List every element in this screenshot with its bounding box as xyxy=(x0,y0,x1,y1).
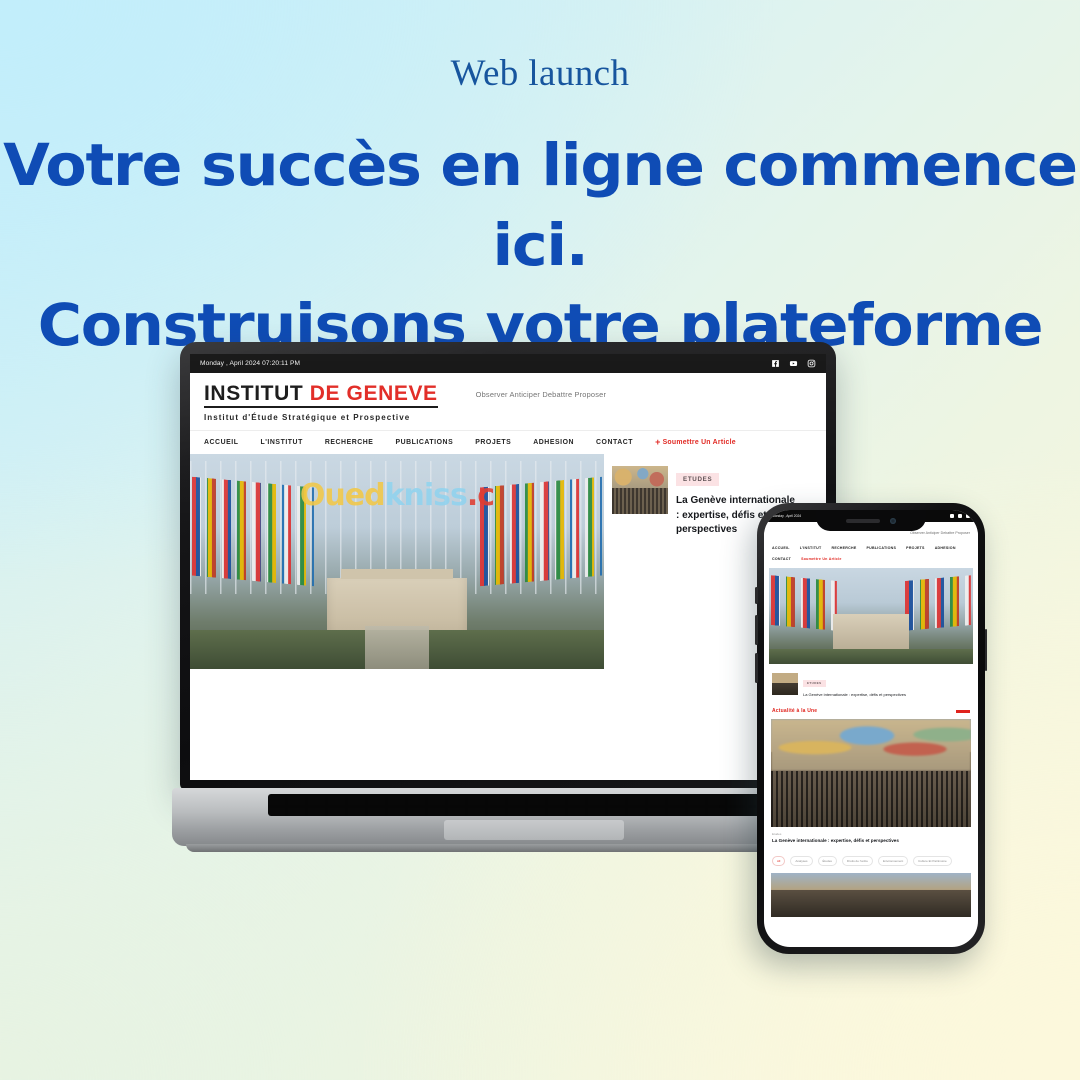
phone-nav-item-projets[interactable]: PROJETS xyxy=(906,546,925,550)
phone-instagram-icon[interactable] xyxy=(966,514,970,518)
watermark-part2: kniss xyxy=(384,478,468,513)
phone-brand-tagline: Observer Anticiper Debattre Proposer xyxy=(910,531,970,535)
laptop-screen: Monday , April 2024 07:20:11 PM INSTITUT… xyxy=(190,354,826,780)
phone-nav-item-adhesion[interactable]: ADHESION xyxy=(935,546,956,550)
phone-nav-item-publications[interactable]: PUBLICATIONS xyxy=(866,546,896,550)
poster-headline-block: Web launch Votre succès en ligne commenc… xyxy=(0,0,1080,365)
brand-logo[interactable]: INSTITUT DE GENEVE xyxy=(204,383,438,408)
phone-nav-item-contact[interactable]: CONTACT xyxy=(772,557,791,561)
phone-nav-item-recherche[interactable]: RECHERCHE xyxy=(831,546,856,550)
phone-nav-item-linstitut[interactable]: L'INSTITUT xyxy=(800,546,822,550)
filter-chip-analyses[interactable]: Analyses xyxy=(790,856,813,867)
youtube-icon[interactable] xyxy=(789,359,798,368)
phone-power-button[interactable] xyxy=(984,629,987,671)
earpiece-speaker-icon xyxy=(846,518,880,523)
phone-social-links[interactable] xyxy=(950,514,970,518)
phone-article-title[interactable]: La Genève internationale : expertise, dé… xyxy=(803,692,906,697)
site-header: INSTITUT DE GENEVE Institut d'Étude Stra… xyxy=(190,373,826,430)
filter-chip-etudes[interactable]: Études xyxy=(817,856,837,867)
phone-mute-switch[interactable] xyxy=(755,587,758,604)
phone-youtube-icon[interactable] xyxy=(958,514,962,518)
nav-item-adhesion[interactable]: ADHESION xyxy=(533,439,574,446)
laptop-foot xyxy=(186,844,830,852)
phone-feature-caption: Etudes La Genève internationale : expert… xyxy=(764,827,978,843)
phone-facebook-icon[interactable] xyxy=(950,514,954,518)
phone-status-badge: ETUDES xyxy=(803,679,826,687)
instagram-icon[interactable] xyxy=(807,359,816,368)
topbar-social-links[interactable] xyxy=(771,359,816,368)
plus-icon: + xyxy=(655,437,661,447)
topbar-date: Monday , April 2024 07:20:11 PM xyxy=(200,360,301,367)
phone-section-header: Actualité à la Une xyxy=(764,697,978,719)
phone-nav-item-accueil[interactable]: ACCUEIL xyxy=(772,546,790,550)
phone-lawn xyxy=(769,648,973,664)
nav-item-contact[interactable]: CONTACT xyxy=(596,439,633,446)
ouedkniss-watermark: Ouedkniss.c xyxy=(299,478,495,513)
phone-feature-image xyxy=(771,719,971,828)
nav-item-recherche[interactable]: RECHERCHE xyxy=(325,439,374,446)
human-rights-council-ceiling xyxy=(771,719,971,772)
phone-category-filters[interactable]: All Analyses Études Droits de l'ordre En… xyxy=(764,843,978,867)
front-camera-icon xyxy=(890,517,896,524)
section-accent-bar xyxy=(956,709,970,713)
phone-topbar-date: Monday , April 2024 xyxy=(772,514,802,518)
laptop-keyboard xyxy=(268,794,828,816)
phone-section-title: Actualité à la Une xyxy=(772,708,818,715)
hero-image: Ouedkniss.c xyxy=(190,454,604,669)
submit-article-label: Soumettre Un Article xyxy=(662,439,736,446)
phone-next-article-image[interactable] xyxy=(771,873,971,918)
assembly-hall-audience xyxy=(771,771,971,828)
phone-article-meta: ETUDES La Genève internationale : expert… xyxy=(803,671,906,697)
phone-mockup: Monday , April 2024 Observer Anticiper D… xyxy=(755,503,987,954)
headline-line-1: Votre succès en ligne commence ici. xyxy=(3,130,1078,279)
laptop-lid: Monday , April 2024 07:20:11 PM INSTITUT… xyxy=(180,342,836,790)
site-body: Ouedkniss.c ETUDES La Genève internation… xyxy=(190,454,826,669)
submit-article-button[interactable]: + Soumettre Un Article xyxy=(655,438,736,447)
watermark-part3: .c xyxy=(466,478,495,513)
brand-tagline: Observer Anticiper Debattre Proposer xyxy=(475,390,607,399)
filter-chip-culture[interactable]: Culture Et Patrimoine xyxy=(913,856,952,867)
phone-submit-article-button[interactable]: Soumettre Un Article xyxy=(801,557,842,561)
phone-screen: Monday , April 2024 Observer Anticiper D… xyxy=(764,510,978,947)
filter-chip-all[interactable]: All xyxy=(772,856,786,867)
phone-notch xyxy=(816,510,926,531)
brand-name-part1: INSTITUT xyxy=(204,382,310,405)
laptop-mockup: Monday , April 2024 07:20:11 PM INSTITUT… xyxy=(172,342,844,857)
site-brand[interactable]: INSTITUT DE GENEVE Institut d'Étude Stra… xyxy=(204,383,438,422)
phone-site-navigation[interactable]: ACCUEIL L'INSTITUT RECHERCHE PUBLICATION… xyxy=(764,540,978,566)
facebook-icon[interactable] xyxy=(771,359,780,368)
status-badge: ETUDES xyxy=(676,473,720,486)
brand-subtitle: Institut d'Étude Stratégique et Prospect… xyxy=(204,413,411,422)
phone-article-thumbnail xyxy=(772,673,798,696)
laptop-trackpad xyxy=(444,820,624,840)
phone-flags-left xyxy=(771,574,837,631)
watermark-part1: Oued xyxy=(299,478,386,513)
nav-item-publications[interactable]: PUBLICATIONS xyxy=(395,439,453,446)
filter-chip-droits[interactable]: Droits de l'ordre xyxy=(841,856,873,867)
phone-volume-down-button[interactable] xyxy=(755,653,758,683)
phone-volume-up-button[interactable] xyxy=(755,615,758,645)
flags-left-row xyxy=(192,476,314,587)
phone-feature-kicker: Etudes xyxy=(772,832,782,837)
site-topbar: Monday , April 2024 07:20:11 PM xyxy=(190,354,826,373)
site-navigation[interactable]: ACCUEIL L'INSTITUT RECHERCHE PUBLICATION… xyxy=(190,430,826,454)
brand-name-part2: DE GENEVE xyxy=(309,382,438,405)
pathway xyxy=(365,626,429,669)
nav-item-linstitut[interactable]: L'INSTITUT xyxy=(260,439,302,446)
poster-eyebrow: Web launch xyxy=(450,53,630,94)
flags-right-row xyxy=(480,476,602,587)
phone-flags-right xyxy=(905,574,971,631)
nav-item-accueil[interactable]: ACCUEIL xyxy=(204,439,238,446)
nav-item-projets[interactable]: PROJETS xyxy=(475,439,511,446)
filter-chip-environnement[interactable]: Environnement xyxy=(877,856,909,867)
phone-article-list-item[interactable]: ETUDES La Genève internationale : expert… xyxy=(764,664,978,697)
article-thumbnail xyxy=(612,466,668,514)
poster-headline: Votre succès en ligne commence ici. Cons… xyxy=(0,125,1080,365)
phone-hero-image xyxy=(769,568,973,664)
